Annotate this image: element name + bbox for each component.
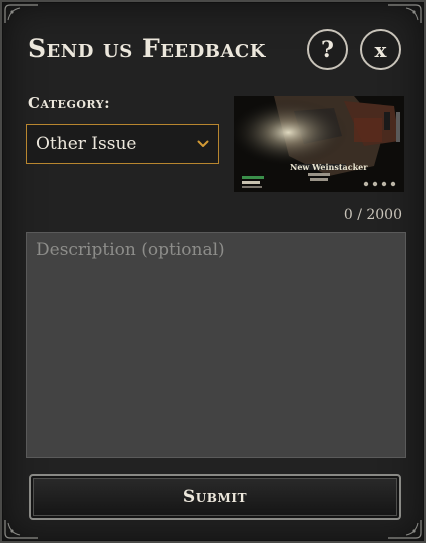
- category-dropdown[interactable]: Other Issue: [26, 124, 219, 164]
- submit-label: Submit: [182, 487, 248, 507]
- question-mark-icon: ?: [321, 36, 334, 63]
- dialog-title: Send us Feedback: [28, 34, 266, 63]
- category-label: Category:: [28, 94, 111, 112]
- screenshot-caption: New Weinstacker: [290, 162, 368, 172]
- corner-ornament: [4, 519, 40, 539]
- submit-button[interactable]: Submit: [29, 474, 401, 520]
- feedback-dialog: Send us Feedback ? x Category: Other Iss…: [0, 0, 426, 543]
- help-button[interactable]: ?: [307, 29, 348, 70]
- attached-screenshot[interactable]: New Weinstacker: [234, 96, 404, 192]
- corner-ornament: [386, 519, 422, 539]
- description-textarea[interactable]: [26, 232, 406, 458]
- chevron-down-icon: [197, 140, 209, 147]
- screenshot-image: New Weinstacker: [234, 96, 404, 192]
- corner-ornament: [4, 4, 40, 24]
- close-button[interactable]: x: [360, 29, 401, 70]
- character-count: 0 / 2000: [343, 207, 402, 223]
- corner-ornament: [386, 4, 422, 24]
- close-icon: x: [374, 37, 387, 62]
- category-selected-value: Other Issue: [36, 134, 137, 154]
